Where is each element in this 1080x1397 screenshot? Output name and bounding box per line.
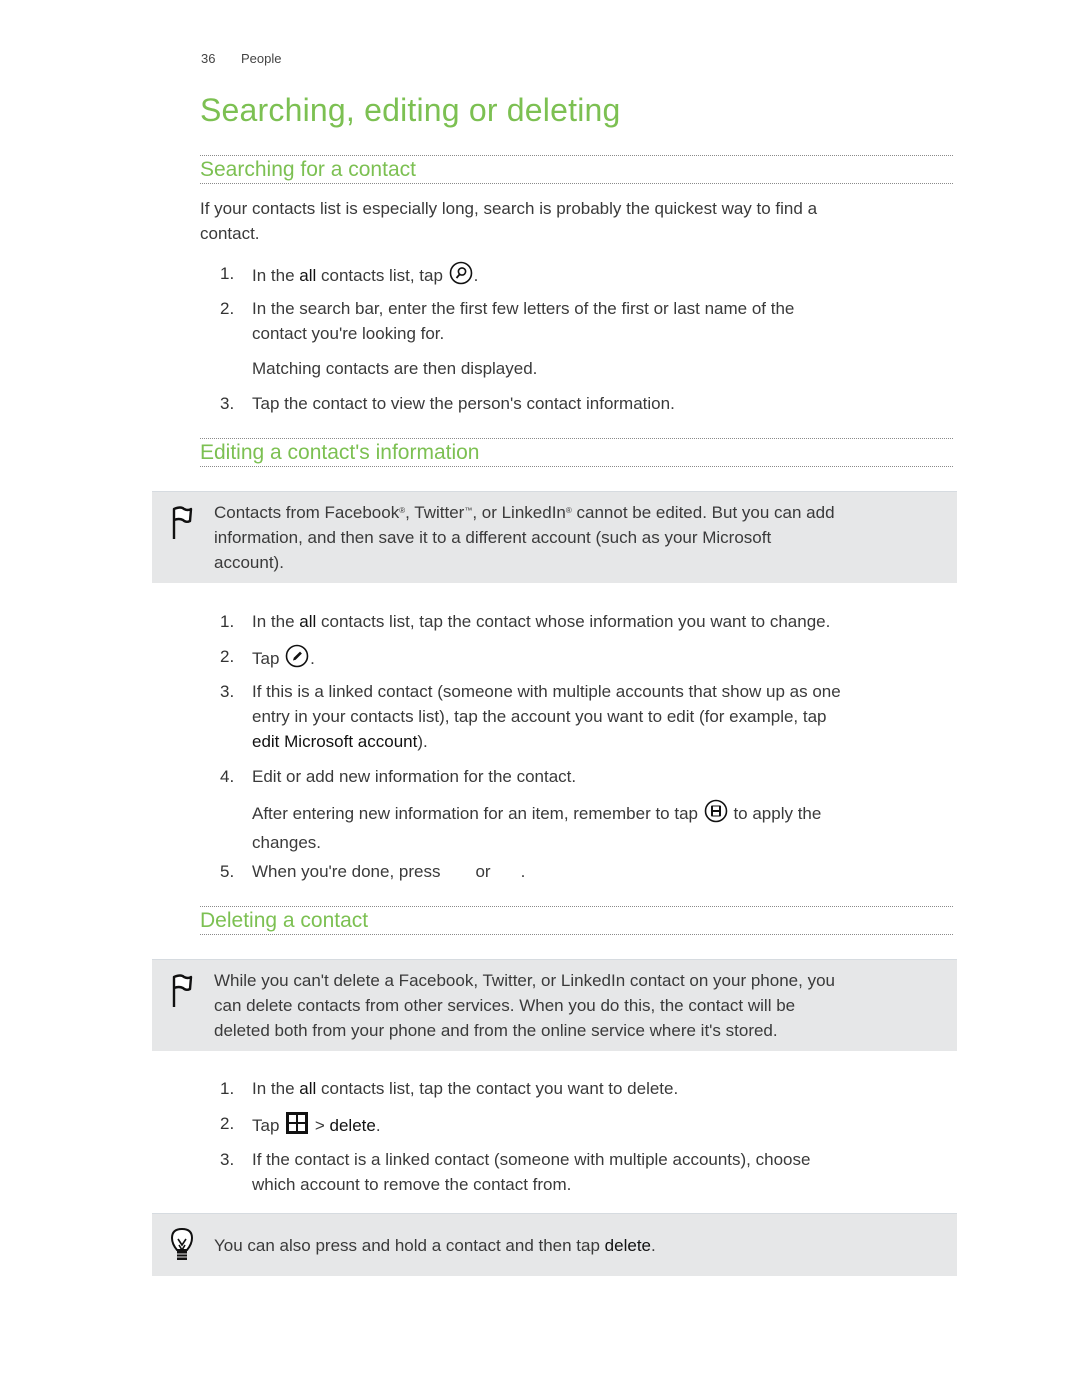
note-line: After entering new information for an it… xyxy=(252,799,952,830)
step-number: 3. xyxy=(220,394,235,413)
page-title: Searching, editing or deleting xyxy=(200,92,621,128)
step-text: > xyxy=(310,1116,330,1135)
step-number: 5. xyxy=(220,862,235,881)
step-text: . xyxy=(375,1116,381,1135)
step-text: In the xyxy=(252,612,300,631)
chapter-name: People xyxy=(241,51,282,66)
step-number: 1. xyxy=(220,264,235,283)
step-text: In the search bar, enter the first few l… xyxy=(252,299,795,318)
section-title: Searching for a contact xyxy=(200,158,416,181)
step-number: 3. xyxy=(220,1150,235,1169)
step-text: . xyxy=(520,862,526,881)
lightbulb-icon xyxy=(170,1226,194,1269)
flag-icon xyxy=(170,973,194,1014)
edit-step-3: 3. If this is a linked contact (someone … xyxy=(220,679,940,754)
step-text: In the xyxy=(252,1079,300,1098)
note-line: information, and then save it to a diffe… xyxy=(214,528,772,547)
step-text: contacts list, tap the contact you want … xyxy=(316,1079,679,1098)
intro-line: If your contacts list is especially long… xyxy=(200,199,818,218)
save-icon xyxy=(704,799,728,830)
note-line: account). xyxy=(214,553,284,572)
search-intro: If your contacts list is especially long… xyxy=(200,196,940,246)
note-box-delete: While you can't delete a Facebook, Twitt… xyxy=(152,959,957,1051)
trademark-mark: ™ xyxy=(464,506,473,515)
step-number: 1. xyxy=(220,612,235,631)
note-line: While you can't delete a Facebook, Twitt… xyxy=(214,971,835,990)
search-step-2: 2. In the search bar, enter the first fe… xyxy=(220,296,940,346)
running-header: 36 People xyxy=(201,51,281,66)
page-number: 36 xyxy=(201,51,216,66)
delete-step-1: 1. In the all contacts list, tap the con… xyxy=(220,1076,940,1101)
step-text: . xyxy=(310,649,315,668)
note-text: After entering new information for an it… xyxy=(252,804,703,823)
step-text: entry in your contacts list), tap the ac… xyxy=(252,707,827,726)
note-line: deleted both from your phone and from th… xyxy=(214,1021,778,1040)
tip-text: . xyxy=(651,1236,656,1255)
search-result-note: Matching contacts are then displayed. xyxy=(252,359,538,378)
search-step-3: 3. Tap the contact to view the person's … xyxy=(220,391,940,416)
note-text: , Twitter xyxy=(405,503,465,522)
windows-start-icon xyxy=(285,1111,309,1142)
section-heading-delete: Deleting a contact xyxy=(200,906,953,935)
search-step-1: 1. In the all contacts list, tap . xyxy=(220,261,940,292)
step-number: 2. xyxy=(220,647,235,666)
step-text: Tap xyxy=(252,1116,285,1135)
ui-term: all xyxy=(299,612,317,631)
ui-term: delete xyxy=(604,1236,651,1255)
tip-text: You can also press and hold a contact an… xyxy=(214,1236,605,1255)
section-title: Editing a contact's information xyxy=(200,441,480,464)
step-number: 2. xyxy=(220,299,235,318)
step-number: 4. xyxy=(220,767,235,786)
registered-mark: ® xyxy=(399,506,406,515)
ui-term: all xyxy=(299,266,317,285)
step-text: or xyxy=(475,862,491,881)
note-text: cannot be edited. But you can add xyxy=(571,503,835,522)
section-heading-search: Searching for a contact xyxy=(200,155,953,184)
step-text: edit Microsoft account). xyxy=(252,729,940,754)
step-text: contacts list, tap xyxy=(316,266,448,285)
step-text: If this is a linked contact (someone wit… xyxy=(252,682,841,701)
step-number: 2. xyxy=(220,1114,235,1133)
note-text: , or LinkedIn xyxy=(472,503,566,522)
step-text: Edit or add new information for the cont… xyxy=(252,767,577,786)
step-text: In the xyxy=(252,266,300,285)
ui-term: delete xyxy=(329,1116,376,1135)
step-text: contact you're looking for. xyxy=(252,324,445,343)
registered-mark: ® xyxy=(565,506,572,515)
step-text: which account to remove the contact from… xyxy=(252,1175,572,1194)
flag-icon xyxy=(170,505,194,546)
note-line: changes. xyxy=(252,833,321,852)
step-text: . xyxy=(473,266,479,285)
step-text: When you're done, press xyxy=(252,862,441,881)
note-text: to apply the xyxy=(728,804,822,823)
edit-step-4: 4. Edit or add new information for the c… xyxy=(220,764,940,789)
edit-pencil-icon xyxy=(285,644,309,675)
note-line: Contacts from Facebook®, Twitter™, or Li… xyxy=(214,500,949,525)
note-box-edit: Contacts from Facebook®, Twitter™, or Li… xyxy=(152,491,957,583)
step-text: Tap xyxy=(252,649,285,668)
edit-step-2: 2. Tap . xyxy=(220,644,940,675)
tip-box: You can also press and hold a contact an… xyxy=(152,1213,957,1276)
step-number: 3. xyxy=(220,682,235,701)
ui-term: all xyxy=(299,1079,317,1098)
ui-term: edit Microsoft account xyxy=(252,732,418,751)
section-heading-edit: Editing a contact's information xyxy=(200,438,953,467)
edit-step-5: 5. When you're done, press or. xyxy=(220,859,940,884)
step-text: contacts list, tap the contact whose inf… xyxy=(316,612,831,631)
intro-line: contact. xyxy=(200,224,260,243)
edit-apply-note: After entering new information for an it… xyxy=(252,799,952,855)
delete-step-2: 2. Tap > delete. xyxy=(220,1111,940,1142)
note-text: Contacts from Facebook xyxy=(214,503,400,522)
section-title: Deleting a contact xyxy=(200,909,369,932)
search-icon xyxy=(449,261,473,292)
step-text: If the contact is a linked contact (some… xyxy=(252,1150,811,1169)
edit-step-1: 1. In the all contacts list, tap the con… xyxy=(220,609,940,634)
step-text: Tap the contact to view the person's con… xyxy=(252,394,675,413)
delete-step-3: 3. If the contact is a linked contact (s… xyxy=(220,1147,940,1197)
step-text: ). xyxy=(417,732,428,751)
note-line: can delete contacts from other services.… xyxy=(214,996,796,1015)
step-number: 1. xyxy=(220,1079,235,1098)
